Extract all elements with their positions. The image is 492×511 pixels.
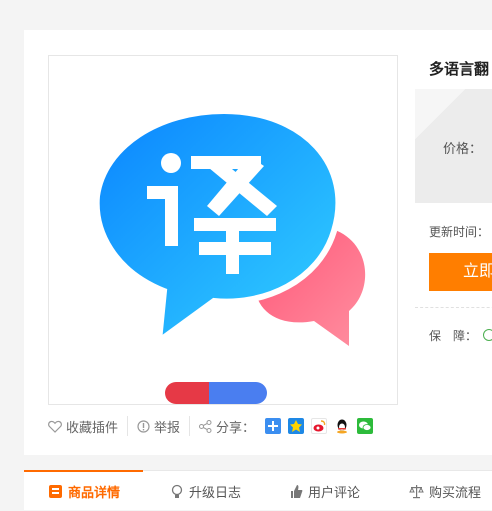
update-time-label: 更新时间： (429, 225, 490, 239)
check-icon (483, 329, 492, 341)
detail-icon (49, 484, 62, 498)
favorite-label: 收藏插件 (66, 420, 119, 436)
product-title: 多语言翻 (429, 60, 490, 78)
tab-label: 升级日志 (189, 485, 242, 501)
tab-label: 商品详情 (68, 485, 121, 501)
guarantee-label: 保 障： (429, 329, 478, 343)
translate-app-logo (93, 107, 366, 404)
tab-product-detail[interactable]: 商品详情 (48, 471, 120, 511)
scale-icon (409, 484, 424, 498)
tab-bar: 商品详情 升级日志 用户评论 购买流程 (24, 470, 492, 510)
thumb-icon (291, 484, 303, 498)
wechat-icon[interactable] (357, 418, 374, 434)
tab-label: 购买流程 (429, 485, 482, 501)
report-button[interactable]: 举报 (137, 417, 180, 436)
qzone-icon[interactable] (288, 418, 305, 434)
info-icon (137, 419, 150, 433)
favorite-button[interactable]: 收藏插件 (48, 417, 118, 436)
report-label: 举报 (154, 420, 181, 436)
buy-now-button[interactable]: 立即 (429, 253, 492, 291)
tab-changelog[interactable]: 升级日志 (170, 471, 241, 511)
price-label: 价格： (443, 142, 483, 157)
tab-user-reviews[interactable]: 用户评论 (289, 471, 360, 511)
share-label: 分享： (216, 420, 256, 436)
divider (415, 307, 492, 308)
tab-purchase-flow[interactable]: 购买流程 (409, 471, 481, 511)
share-icon (199, 419, 212, 433)
qq-icon[interactable] (334, 418, 351, 434)
share-section: 分享： (199, 417, 255, 436)
heart-icon (48, 420, 62, 433)
product-image[interactable] (48, 55, 398, 405)
action-bar: 收藏插件 举报 分享： (48, 415, 374, 437)
bulb-icon (171, 484, 183, 498)
plus-icon[interactable] (265, 418, 282, 434)
tab-label: 用户评论 (308, 485, 361, 501)
weibo-icon[interactable] (311, 418, 328, 434)
